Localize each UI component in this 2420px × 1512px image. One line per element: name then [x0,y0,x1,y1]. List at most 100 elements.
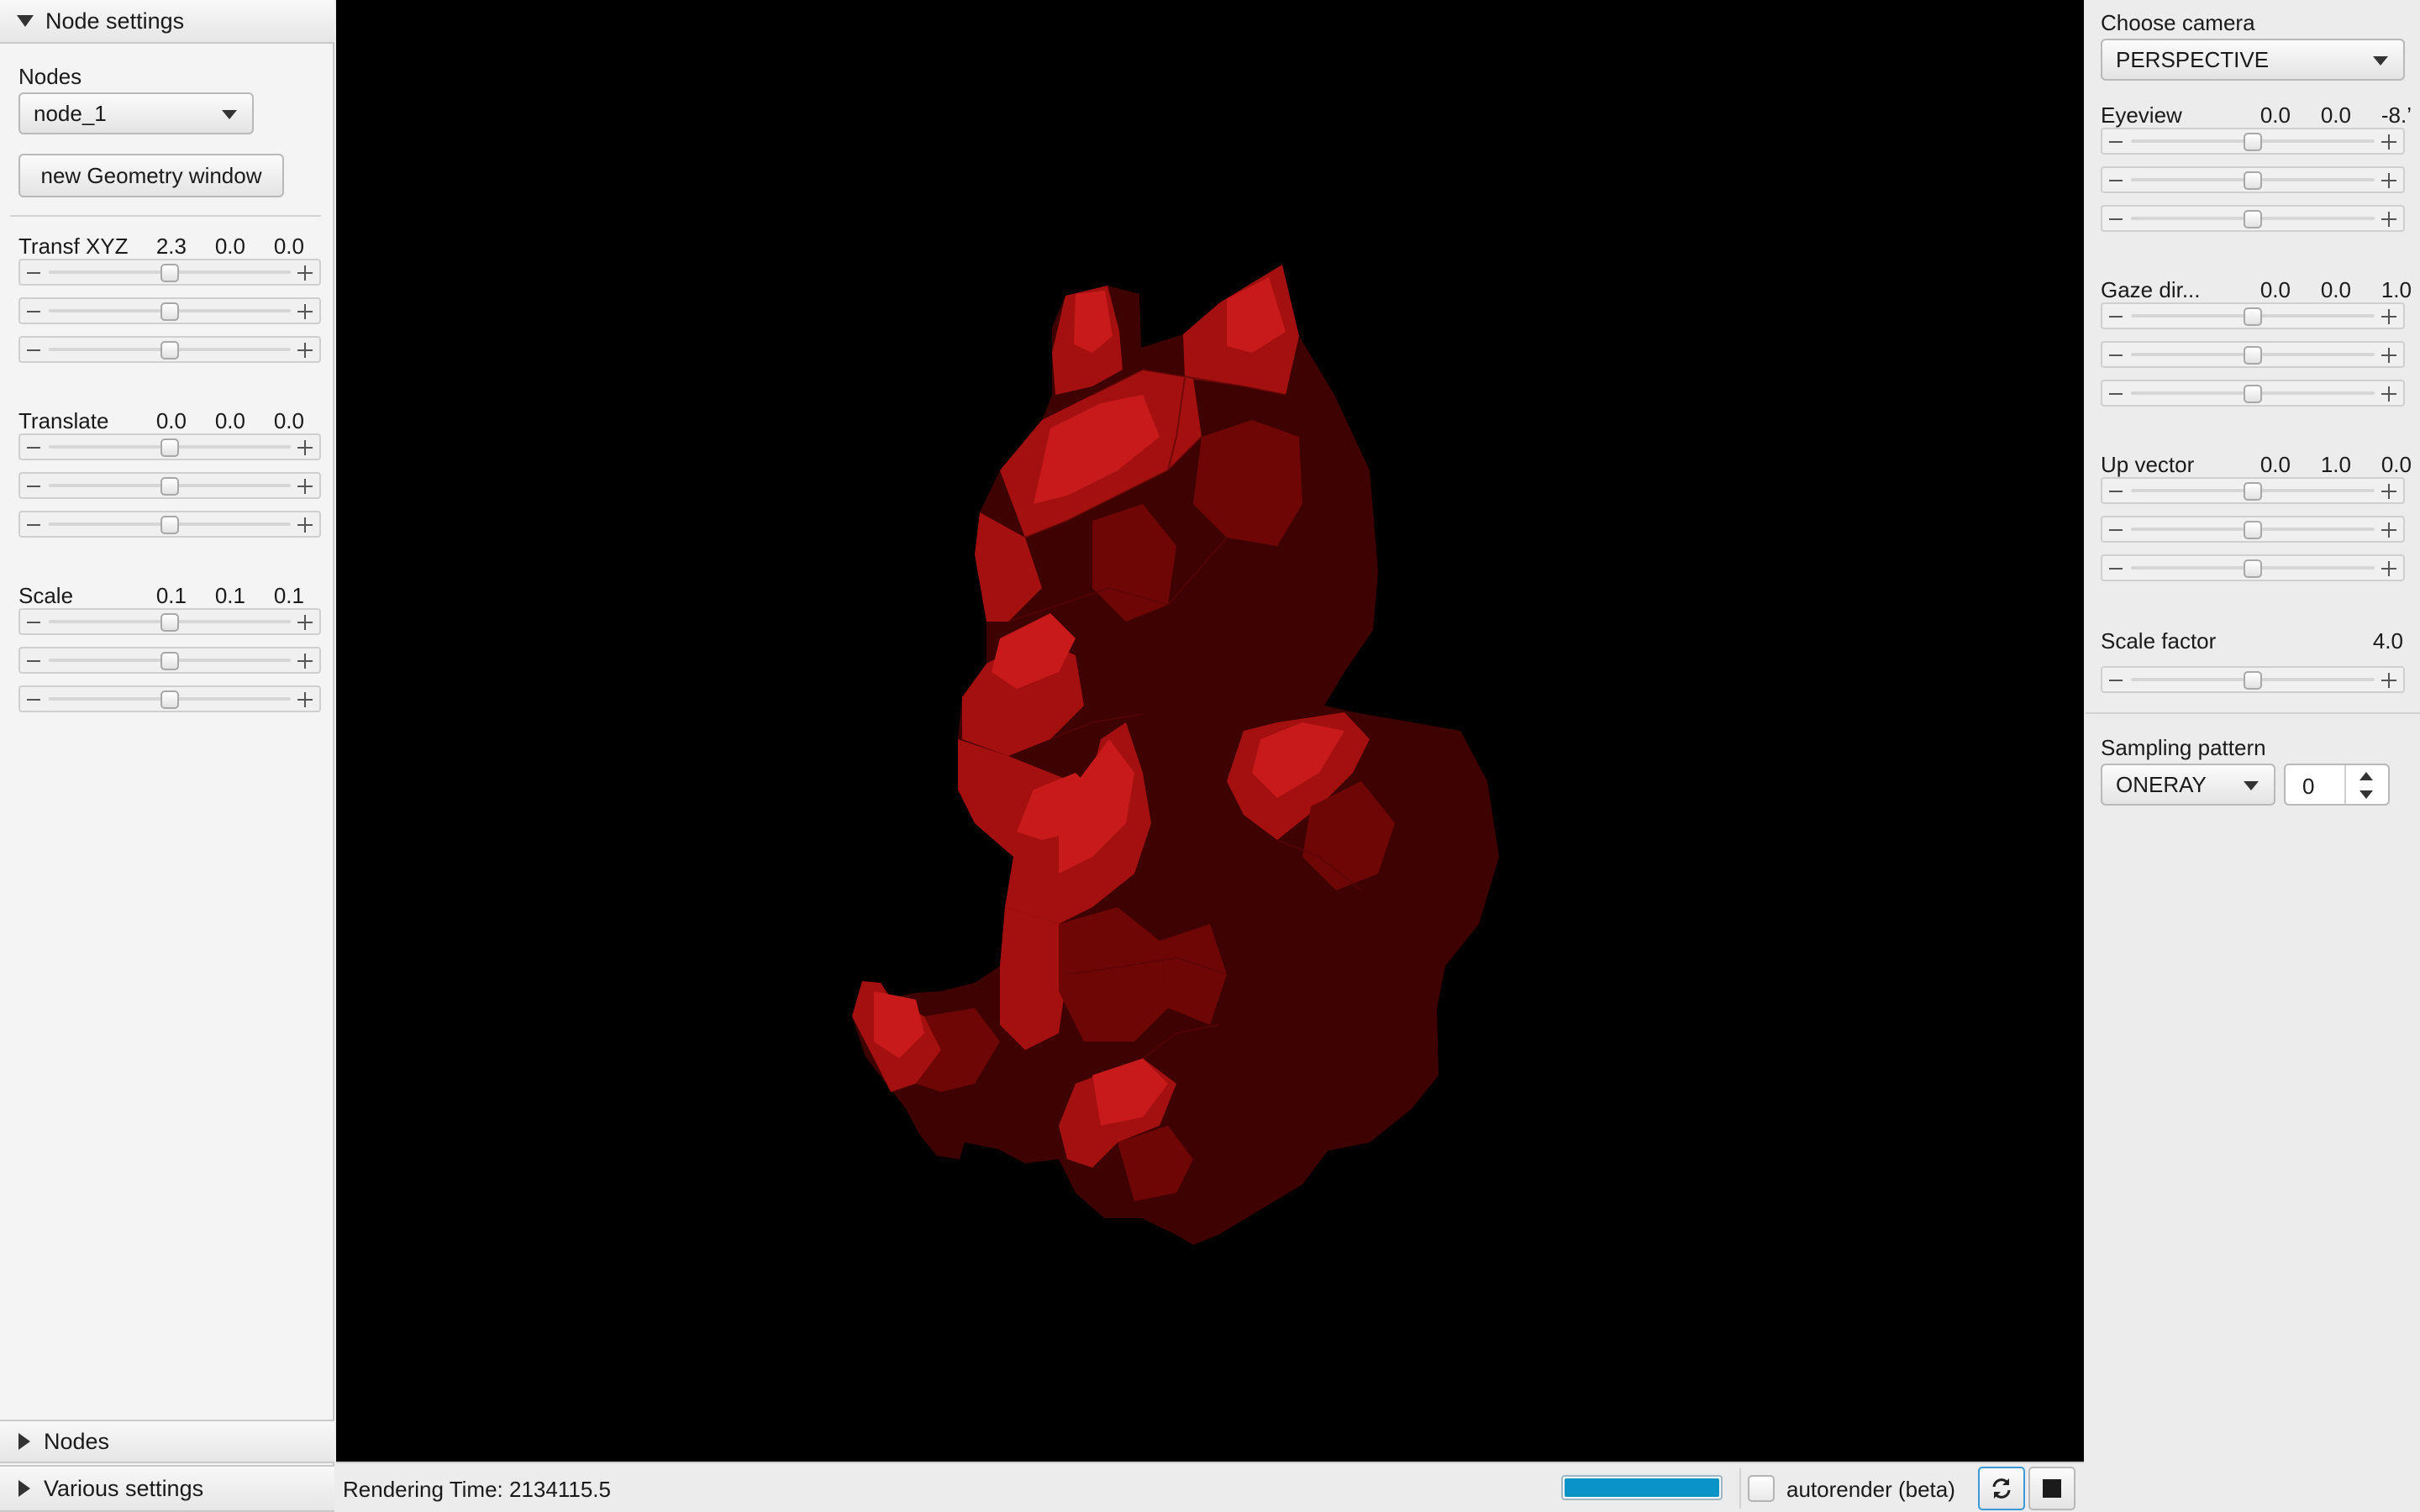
camera-slider[interactable] [2101,166,2405,193]
minus-icon [27,272,40,274]
plus-icon-stem [2388,386,2390,402]
slider-thumb[interactable] [160,341,179,360]
minus-icon [27,349,40,351]
node-select[interactable]: node_1 [18,92,254,134]
slider-thumb[interactable] [2244,521,2262,539]
transform-slider[interactable] [18,297,321,324]
slider-thumb[interactable] [160,516,179,534]
plus-icon-stem [304,304,306,319]
transform-group-label: Transf XYZ [18,234,129,259]
camera-value: 0.0 [2260,452,2291,477]
transform-value: 0.0 [273,234,304,259]
camera-value: 0.0 [2320,102,2351,128]
camera-slider[interactable] [2101,516,2405,543]
camera-slider[interactable] [2101,341,2405,368]
node-settings-title: Node settings [45,8,185,34]
scale-factor-slider[interactable] [2101,666,2405,693]
plus-icon-stem [2388,561,2390,576]
minus-icon [2109,354,2123,356]
transform-value: 0.1 [155,583,187,608]
transform-slider[interactable] [18,259,321,286]
autorender-checkbox[interactable] [1748,1475,1775,1502]
rendering-time-text: Rendering Time: 2134115.5 [343,1477,611,1502]
sampling-pattern-value: ONERAY [2116,771,2207,797]
slider-thumb[interactable] [160,438,179,457]
new-geometry-window-label: new Geometry window [40,162,262,188]
plus-icon-stem [2388,309,2390,324]
divider [10,215,321,217]
slider-thumb[interactable] [2244,133,2262,151]
camera-slider[interactable] [2101,128,2405,155]
slider-thumb[interactable] [2244,559,2262,578]
slider-thumb[interactable] [160,264,179,282]
transform-group-label: Scale [18,583,74,608]
transform-slider[interactable] [18,472,321,499]
spinner-up-icon[interactable] [2360,772,2373,780]
slider-thumb[interactable] [2244,385,2262,403]
slider-thumb[interactable] [2244,210,2262,228]
sampling-count-spinner[interactable]: 0 [2284,764,2390,806]
slider-thumb[interactable] [2244,307,2262,326]
plus-icon-stem [2388,134,2390,150]
divider [2344,765,2346,804]
minus-icon [27,524,40,526]
plus-icon-stem [2388,348,2390,363]
plus-icon-stem [304,615,306,630]
minus-icon [2109,316,2123,318]
transform-slider[interactable] [18,511,321,538]
minus-icon [2109,491,2123,492]
nodes-section-header[interactable]: Nodes [0,1420,334,1463]
minus-icon [2109,529,2123,531]
nodes-section-title: Nodes [44,1428,110,1454]
stop-button[interactable] [2028,1467,2075,1510]
slider-thumb[interactable] [160,477,179,496]
camera-value: -8.’ [2381,102,2412,128]
choose-camera-label: Choose camera [2101,10,2255,35]
camera-value: 1.0 [2320,452,2351,477]
plus-icon-stem [2388,212,2390,227]
transform-group-label: Translate [18,408,109,433]
transform-slider[interactable] [18,608,321,635]
slider-thumb[interactable] [160,652,179,670]
transform-value: 0.0 [155,408,187,433]
camera-select[interactable]: PERSPECTIVE [2101,39,2405,81]
progress-fill [1565,1478,1719,1497]
transform-slider[interactable] [18,336,321,363]
red-bear-mesh-icon [852,265,1499,1245]
left-panel: Node settings Nodes node_1 new Geometry … [0,0,334,1512]
sampling-count-value: 0 [2302,774,2315,799]
camera-slider[interactable] [2101,380,2405,407]
new-geometry-window-button[interactable]: new Geometry window [18,154,284,197]
transform-slider[interactable] [18,433,321,460]
various-settings-header[interactable]: Various settings [0,1465,334,1512]
camera-slider[interactable] [2101,554,2405,581]
slider-thumb[interactable] [2244,346,2262,365]
stop-icon [2043,1479,2061,1498]
minus-icon [2109,218,2123,220]
transform-slider[interactable] [18,685,321,712]
refresh-button[interactable] [1978,1467,2025,1510]
spinner-down-icon[interactable] [2360,790,2373,799]
sampling-pattern-select[interactable]: ONERAY [2101,764,2275,806]
right-panel: Choose camera PERSPECTIVE Eyeview 0.0 0.0 -… [2086,0,2420,1512]
minus-icon [2109,180,2123,181]
slider-thumb[interactable] [160,302,179,321]
node-settings-header[interactable]: Node settings [0,0,334,44]
camera-slider[interactable] [2101,205,2405,232]
render-viewport[interactable] [336,0,2084,1462]
expand-triangle-icon [18,1480,30,1497]
camera-slider[interactable] [2101,302,2405,329]
plus-icon-stem [304,692,306,707]
transform-value: 2.3 [155,234,187,259]
slider-thumb[interactable] [2244,171,2262,190]
slider-thumb[interactable] [160,690,179,709]
camera-value: 0.0 [2320,277,2351,302]
slider-thumb[interactable] [160,613,179,632]
transform-slider[interactable] [18,647,321,674]
minus-icon [27,486,40,487]
camera-value: 0.0 [2260,102,2291,128]
slider-thumb[interactable] [2244,671,2262,690]
slider-thumb[interactable] [2244,482,2262,501]
chevron-down-icon [222,110,237,119]
camera-slider[interactable] [2101,477,2405,504]
